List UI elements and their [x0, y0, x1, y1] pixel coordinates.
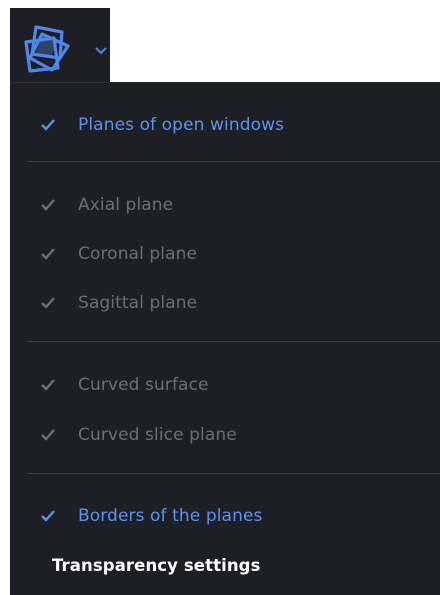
menu-item-label: Axial plane: [78, 195, 174, 215]
menu-item-curved-slice-plane[interactable]: Curved slice plane: [10, 415, 440, 455]
checkmark-icon: [41, 119, 55, 131]
checkmark-icon: [41, 297, 55, 309]
menu-item-transparency-settings[interactable]: Transparency settings: [10, 545, 440, 585]
checkmark-icon: [41, 510, 55, 522]
chevron-down-icon[interactable]: [94, 46, 108, 56]
menu-item-planes-of-open-windows[interactable]: Planes of open windows: [10, 105, 440, 145]
menu-item-label: Curved slice plane: [78, 425, 237, 445]
menu-item-borders-of-the-planes[interactable]: Borders of the planes: [10, 496, 440, 536]
menu-item-label: Coronal plane: [78, 244, 198, 264]
menu-item-coronal-plane[interactable]: Coronal plane: [10, 234, 440, 274]
checkmark-icon: [41, 248, 55, 260]
menu-item-sagittal-plane[interactable]: Sagittal plane: [10, 283, 440, 323]
planes-icon: [24, 25, 70, 73]
menu-divider: [28, 473, 440, 474]
planes-toolbar-button[interactable]: [10, 8, 110, 82]
menu-item-axial-plane[interactable]: Axial plane: [10, 185, 440, 225]
menu-item-label: Borders of the planes: [78, 506, 263, 526]
menu-item-curved-surface[interactable]: Curved surface: [10, 365, 440, 405]
menu-item-label: Planes of open windows: [78, 115, 285, 135]
planes-dropdown-menu: Planes of open windows Axial plane Coron…: [10, 82, 440, 595]
checkmark-icon: [41, 379, 55, 391]
checkmark-icon: [41, 429, 55, 441]
menu-item-label: Curved surface: [78, 375, 209, 395]
menu-item-label: Transparency settings: [52, 555, 261, 575]
menu-divider: [28, 161, 440, 162]
menu-item-label: Sagittal plane: [78, 293, 198, 313]
checkmark-icon: [41, 199, 55, 211]
menu-divider: [28, 341, 440, 342]
